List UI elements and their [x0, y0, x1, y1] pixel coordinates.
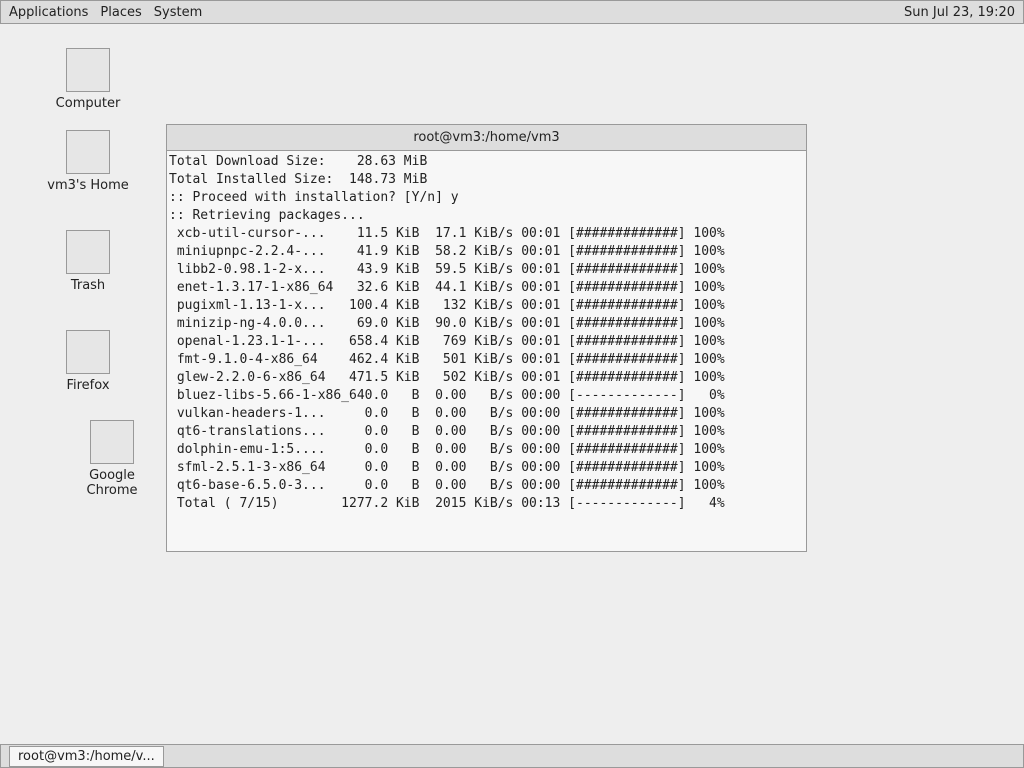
- terminal-line: qt6-translations... 0.0 B 0.00 B/s 00:00…: [169, 424, 725, 439]
- terminal-line: Total Installed Size: 148.73 MiB: [169, 172, 428, 187]
- firefox-icon: [66, 330, 110, 374]
- bottom-panel: root@vm3:/home/v...: [0, 744, 1024, 768]
- desktop-icon-trash[interactable]: Trash: [42, 230, 134, 293]
- desktop-icon-computer[interactable]: Computer: [42, 48, 134, 111]
- terminal-line: vulkan-headers-1... 0.0 B 0.00 B/s 00:00…: [169, 406, 725, 421]
- terminal-line: glew-2.2.0-6-x86_64 471.5 KiB 502 KiB/s …: [169, 370, 725, 385]
- terminal-line: openal-1.23.1-1-... 658.4 KiB 769 KiB/s …: [169, 334, 725, 349]
- terminal-line: fmt-9.1.0-4-x86_64 462.4 KiB 501 KiB/s 0…: [169, 352, 725, 367]
- taskbar-window-label: root@vm3:/home/v...: [18, 748, 155, 764]
- desktop-icon-home[interactable]: vm3's Home: [42, 130, 134, 193]
- desktop-icon-label: vm3's Home: [47, 178, 129, 193]
- chrome-icon: [90, 420, 134, 464]
- desktop-icon-chrome[interactable]: Google Chrome: [62, 420, 162, 498]
- trash-icon: [66, 230, 110, 274]
- desktop-icon-label: Firefox: [66, 378, 110, 393]
- places-menu[interactable]: Places: [100, 5, 141, 20]
- terminal-window[interactable]: root@vm3:/home/vm3 Total Download Size: …: [166, 124, 807, 552]
- terminal-line: enet-1.3.17-1-x86_64 32.6 KiB 44.1 KiB/s…: [169, 280, 725, 295]
- terminal-line: Total ( 7/15) 1277.2 KiB 2015 KiB/s 00:1…: [169, 496, 725, 511]
- terminal-line: pugixml-1.13-1-x... 100.4 KiB 132 KiB/s …: [169, 298, 725, 313]
- top-panel: Applications Places System Sun Jul 23, 1…: [0, 0, 1024, 24]
- terminal-line: xcb-util-cursor-... 11.5 KiB 17.1 KiB/s …: [169, 226, 725, 241]
- system-menu[interactable]: System: [154, 5, 202, 20]
- terminal-titlebar[interactable]: root@vm3:/home/vm3: [167, 125, 806, 151]
- terminal-content[interactable]: Total Download Size: 28.63 MiB Total Ins…: [167, 151, 806, 513]
- terminal-line: :: Proceed with installation? [Y/n] y: [169, 190, 459, 205]
- terminal-line: bluez-libs-5.66-1-x86_640.0 B 0.00 B/s 0…: [169, 388, 725, 403]
- terminal-line: minizip-ng-4.0.0... 69.0 KiB 90.0 KiB/s …: [169, 316, 725, 331]
- terminal-line: qt6-base-6.5.0-3... 0.0 B 0.00 B/s 00:00…: [169, 478, 725, 493]
- desktop-icon-firefox[interactable]: Firefox: [42, 330, 134, 393]
- desktop-icon-label: Google Chrome: [86, 468, 138, 498]
- clock[interactable]: Sun Jul 23, 19:20: [904, 5, 1015, 20]
- desktop-icon-label: Trash: [70, 278, 106, 293]
- computer-icon: [66, 48, 110, 92]
- terminal-line: dolphin-emu-1:5.... 0.0 B 0.00 B/s 00:00…: [169, 442, 725, 457]
- applications-menu[interactable]: Applications: [9, 5, 88, 20]
- terminal-line: miniupnpc-2.2.4-... 41.9 KiB 58.2 KiB/s …: [169, 244, 725, 259]
- terminal-line: sfml-2.5.1-3-x86_64 0.0 B 0.00 B/s 00:00…: [169, 460, 725, 475]
- desktop-icon-label: Computer: [55, 96, 121, 111]
- terminal-line: Total Download Size: 28.63 MiB: [169, 154, 428, 169]
- taskbar-window-button[interactable]: root@vm3:/home/v...: [9, 745, 164, 767]
- terminal-title: root@vm3:/home/vm3: [413, 130, 560, 145]
- home-folder-icon: [66, 130, 110, 174]
- terminal-line: :: Retrieving packages...: [169, 208, 365, 223]
- terminal-line: libb2-0.98.1-2-x... 43.9 KiB 59.5 KiB/s …: [169, 262, 725, 277]
